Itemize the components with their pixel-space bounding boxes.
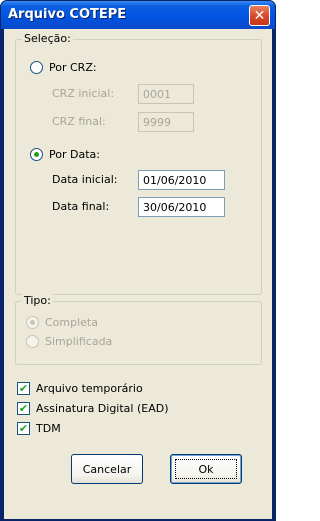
por-crz-radio-indicator[interactable] (30, 60, 43, 74)
arquivo-temporario-checkbox[interactable]: ✔ Arquivo temporário (17, 380, 143, 396)
por-data-radio[interactable]: Por Data: (30, 146, 100, 162)
check-icon[interactable]: ✔ (17, 381, 30, 395)
window-title: Arquivo COTEPE (8, 7, 127, 22)
close-icon: ✕ (253, 7, 266, 24)
ok-button[interactable]: Ok (170, 454, 242, 484)
selecao-legend: Seleção: (22, 32, 73, 45)
assinatura-digital-checkbox[interactable]: ✔ Assinatura Digital (EAD) (17, 400, 169, 416)
tdm-checkbox[interactable]: ✔ TDM (17, 420, 61, 436)
por-crz-label: Por CRZ: (49, 60, 97, 74)
tdm-label: TDM (36, 421, 61, 435)
dialog-body: Seleção: Por CRZ: CRZ inicial: 0001 CRZ … (4, 29, 272, 519)
crz-inicial-label: CRZ inicial: (52, 87, 115, 100)
data-inicial-input[interactable]: 01/06/2010 (138, 170, 225, 190)
check-icon[interactable]: ✔ (17, 421, 30, 435)
tipo-group: Tipo: Completa Simplificada (15, 294, 262, 365)
check-icon[interactable]: ✔ (17, 401, 30, 415)
title-bar[interactable]: Arquivo COTEPE ✕ (1, 1, 275, 29)
arquivo-temporario-label: Arquivo temporário (36, 381, 143, 395)
dialog-window: Arquivo COTEPE ✕ Seleção: Por CRZ: CRZ i… (0, 0, 276, 521)
por-data-radio-indicator[interactable] (30, 147, 43, 161)
tipo-legend: Tipo: (22, 294, 53, 307)
close-button[interactable]: ✕ (249, 5, 270, 26)
cancel-button[interactable]: Cancelar (71, 454, 143, 484)
data-inicial-label: Data inicial: (52, 173, 118, 186)
focus-rect (175, 459, 237, 479)
simplificada-label: Simplificada (45, 334, 113, 348)
por-data-label: Por Data: (49, 147, 100, 161)
completa-label: Completa (45, 315, 98, 329)
cancel-button-label: Cancelar (82, 462, 132, 476)
crz-final-input[interactable]: 9999 (138, 112, 194, 132)
por-crz-radio[interactable]: Por CRZ: (30, 59, 97, 75)
selecao-group: Seleção: Por CRZ: CRZ inicial: 0001 CRZ … (15, 32, 262, 295)
simplificada-radio-indicator[interactable] (26, 334, 39, 348)
completa-radio[interactable]: Completa (26, 314, 98, 330)
simplificada-radio[interactable]: Simplificada (26, 333, 112, 349)
crz-inicial-input[interactable]: 0001 (138, 84, 194, 104)
completa-radio-indicator[interactable] (26, 315, 39, 329)
crz-final-label: CRZ final: (52, 115, 106, 128)
data-final-input[interactable]: 30/06/2010 (138, 197, 225, 217)
data-final-label: Data final: (52, 200, 110, 213)
assinatura-digital-label: Assinatura Digital (EAD) (36, 401, 169, 415)
